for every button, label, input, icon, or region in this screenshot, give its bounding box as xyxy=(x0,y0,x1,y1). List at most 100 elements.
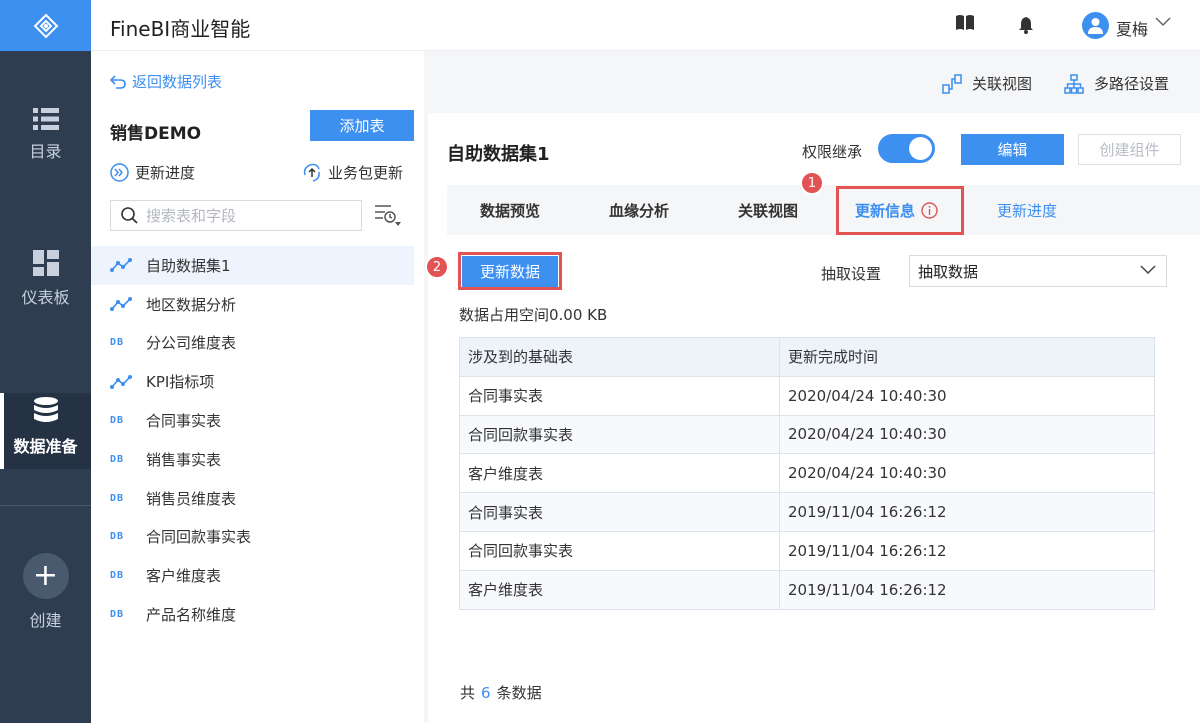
list-item[interactable]: DB 产品名称维度 xyxy=(91,595,414,634)
nav-item-data-prep[interactable]: 数据准备 xyxy=(0,393,91,469)
progress-icon xyxy=(110,163,129,182)
hierarchy-icon xyxy=(1064,73,1084,94)
list-item[interactable]: 自助数据集1 xyxy=(91,246,414,285)
relation-view-label: 关联视图 xyxy=(972,75,1033,93)
table-name: KPI指标项 xyxy=(146,373,215,392)
update-time-cell: 2019/11/04 16:26:12 xyxy=(779,569,1155,610)
extract-select-value: 抽取数据 xyxy=(918,262,979,281)
list-item[interactable]: 地区数据分析 xyxy=(91,285,414,324)
plus-icon: + xyxy=(22,553,69,599)
nav-item-label: 数据准备 xyxy=(13,437,78,456)
tab-relation-view[interactable]: 关联视图 xyxy=(738,185,798,235)
chevron-down-icon[interactable] xyxy=(1155,17,1171,27)
chevron-down-icon xyxy=(1140,265,1156,275)
storage-usage-text: 数据占用空间0.00 KB xyxy=(459,306,608,324)
table-header-row: 涉及到的基础表 更新完成时间 xyxy=(459,337,1155,377)
table-name: 销售事实表 xyxy=(146,450,222,469)
base-table-cell: 客户维度表 xyxy=(459,569,780,610)
list-item[interactable]: DB 合同回款事实表 xyxy=(91,518,414,557)
create-component-button[interactable]: 创建组件 xyxy=(1078,134,1181,165)
package-update-link[interactable]: 业务包更新 xyxy=(302,162,403,183)
tab-update-progress[interactable]: 更新进度 xyxy=(997,185,1057,235)
table-name: 自助数据集1 xyxy=(146,256,231,275)
finebi-logo-icon xyxy=(33,13,58,38)
extract-select[interactable]: 抽取数据 xyxy=(909,255,1167,287)
nav-item-label: 创建 xyxy=(29,611,62,630)
book-icon[interactable] xyxy=(955,14,975,32)
logo[interactable] xyxy=(0,0,91,51)
top-bar: FineBI商业智能 夏梅 xyxy=(91,0,1200,51)
total-count: 共 6 条数据 xyxy=(460,682,542,703)
list-item[interactable]: DB 客户维度表 xyxy=(91,556,414,595)
nav-item-dashboard[interactable]: 仪表板 xyxy=(0,250,91,308)
app-title: FineBI商业智能 xyxy=(110,17,251,41)
upload-refresh-icon xyxy=(303,163,320,182)
search-box[interactable] xyxy=(110,200,362,231)
base-table-cell: 合同事实表 xyxy=(459,375,780,416)
table-row: 客户维度表 2020/04/24 10:40:30 xyxy=(459,453,1155,494)
list-item[interactable]: DB 合同事实表 xyxy=(91,401,414,440)
search-icon xyxy=(121,207,138,224)
dataset-panel: 自助数据集1 权限继承 编辑 创建组件 数据预览 血缘分析 关联视图 更新信息 … xyxy=(425,113,1200,723)
total-prefix: 共 xyxy=(460,684,476,702)
relation-view-button[interactable]: 关联视图 xyxy=(942,73,1032,94)
add-table-button[interactable]: 添加表 xyxy=(310,110,414,141)
step-badge-2: 2 xyxy=(425,255,449,279)
base-table-cell: 合同回款事实表 xyxy=(459,530,780,571)
update-progress-link[interactable]: 更新进度 xyxy=(110,162,195,183)
table-name: 分公司维度表 xyxy=(146,334,237,353)
table-name: 销售员维度表 xyxy=(146,489,237,508)
package-update-label: 业务包更新 xyxy=(328,164,404,182)
multipath-settings-button[interactable]: 多路径设置 xyxy=(1064,73,1169,94)
main-content: 关联视图 多路径设置 自助数据集1 权限继承 编辑 创建组件 数据预览 血缘分析… xyxy=(425,51,1200,723)
total-suffix: 条数据 xyxy=(496,684,542,702)
list-item[interactable]: DB 销售事实表 xyxy=(91,440,414,479)
back-to-list-link[interactable]: 返回数据列表 xyxy=(110,71,222,92)
edit-button[interactable]: 编辑 xyxy=(961,134,1064,165)
permission-toggle[interactable] xyxy=(878,134,935,163)
user-icon xyxy=(1088,18,1103,34)
table-name: 产品名称维度 xyxy=(146,606,237,625)
avatar[interactable] xyxy=(1082,12,1109,39)
update-time-cell: 2020/04/24 10:40:30 xyxy=(779,453,1155,494)
search-input[interactable] xyxy=(146,206,346,225)
table-sidebar: 返回数据列表 销售DEMO 添加表 更新进度 业务包更新 搜索表和字段 自助数据… xyxy=(91,51,424,723)
back-arrow-icon xyxy=(110,74,126,89)
list-item[interactable]: DB 分公司维度表 xyxy=(91,324,414,363)
left-nav: 目录 仪表板 数据准备 + 创建 xyxy=(0,0,91,723)
list-item[interactable]: KPI指标项 xyxy=(91,362,414,401)
database-icon xyxy=(33,397,58,422)
dataset-tabs: 数据预览 血缘分析 关联视图 更新信息 更新进度 xyxy=(447,185,1200,235)
table-name: 客户维度表 xyxy=(146,567,222,586)
table-name: 地区数据分析 xyxy=(146,295,237,314)
update-time-cell: 2019/11/04 16:26:12 xyxy=(779,530,1155,571)
update-data-button[interactable]: 更新数据 xyxy=(462,256,558,287)
table-list: 自助数据集1 地区数据分析 DB 分公司维度表 KPI指标项 DB 合同事实表 … xyxy=(91,246,414,634)
database-table-icon: DB xyxy=(110,337,125,349)
nav-item-create[interactable]: + 创建 xyxy=(0,553,91,631)
username[interactable]: 夏梅 xyxy=(1116,16,1148,40)
extract-settings-label: 抽取设置 xyxy=(821,265,882,283)
tab-data-preview[interactable]: 数据预览 xyxy=(480,185,540,235)
nav-item-label: 目录 xyxy=(29,142,62,161)
step-badge-1: 1 xyxy=(800,171,824,195)
database-table-icon: DB xyxy=(110,415,125,427)
table-name: 合同回款事实表 xyxy=(146,528,252,547)
table-name: 合同事实表 xyxy=(146,412,222,431)
nav-divider xyxy=(0,505,91,506)
column-header: 涉及到的基础表 xyxy=(459,337,780,377)
total-number: 6 xyxy=(481,684,491,702)
table-row: 合同事实表 2020/04/24 10:40:30 xyxy=(459,375,1155,416)
list-item[interactable]: DB 销售员维度表 xyxy=(91,479,414,518)
nav-item-catalog[interactable]: 目录 xyxy=(0,108,91,162)
update-time-cell: 2019/11/04 16:26:12 xyxy=(779,492,1155,532)
base-table-cell: 合同回款事实表 xyxy=(459,414,780,455)
update-info-table: 涉及到的基础表 更新完成时间 合同事实表 2020/04/24 10:40:30… xyxy=(459,337,1155,610)
filter-sort-icon[interactable] xyxy=(374,203,402,227)
bell-icon[interactable] xyxy=(1018,16,1034,34)
dataset-title: 自助数据集1 xyxy=(447,144,550,165)
self-service-dataset-icon xyxy=(110,257,136,273)
highlight-box xyxy=(836,186,964,235)
tab-lineage[interactable]: 血缘分析 xyxy=(609,185,669,235)
package-name: 销售DEMO xyxy=(110,124,202,144)
